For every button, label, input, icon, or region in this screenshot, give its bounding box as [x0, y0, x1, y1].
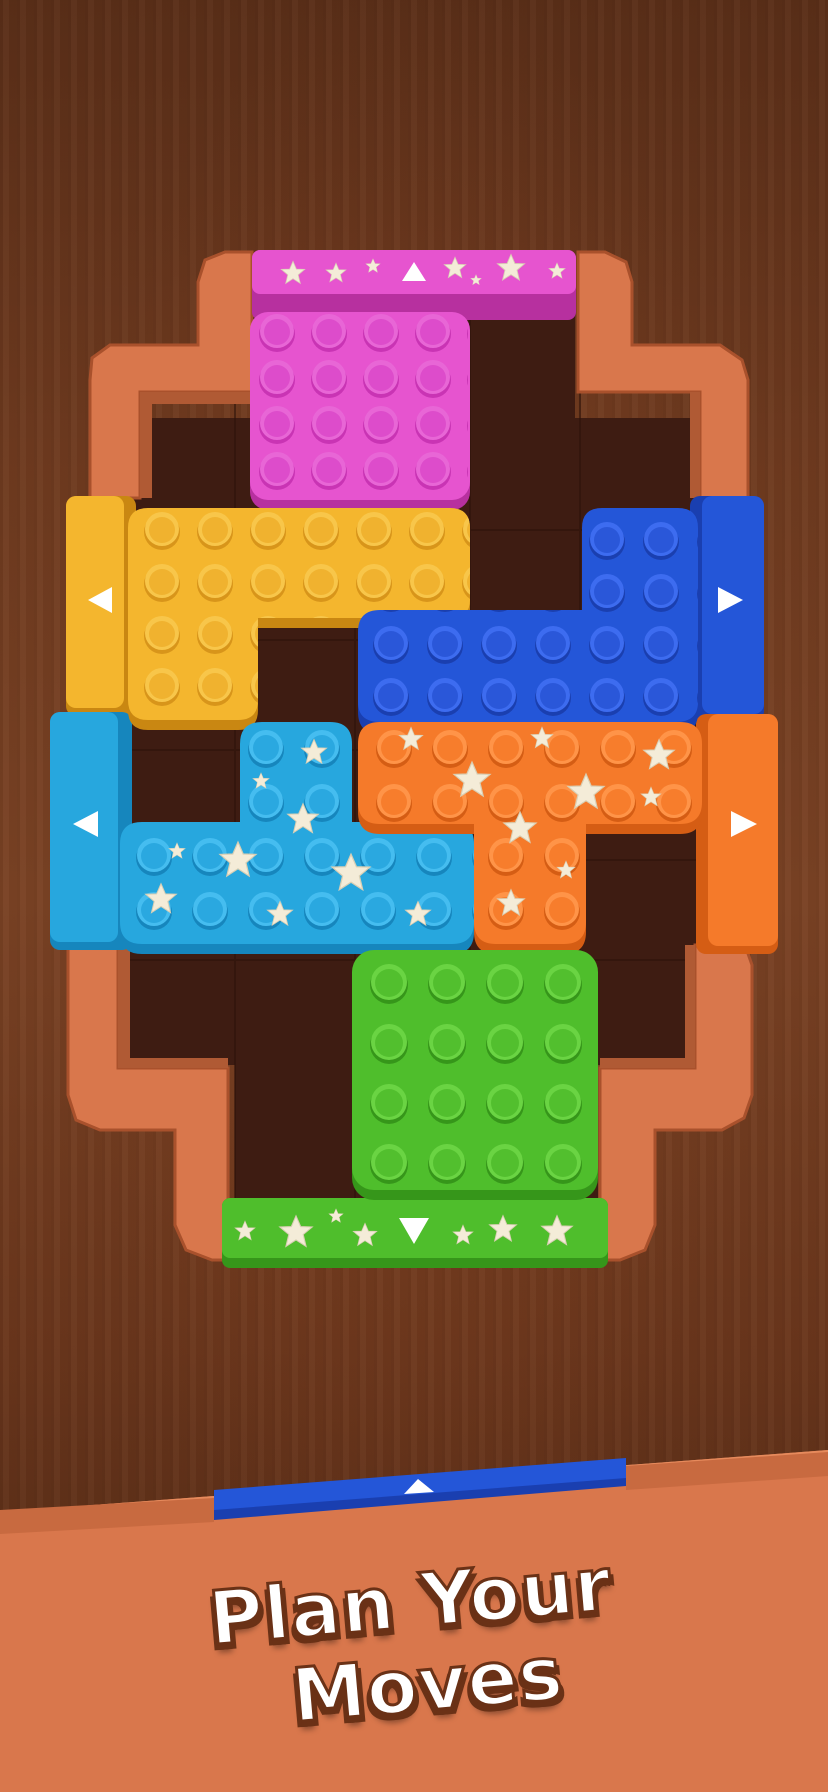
pink-block[interactable]: [250, 312, 470, 510]
green-exit-gate[interactable]: [222, 1198, 608, 1268]
green-block[interactable]: [352, 950, 598, 1200]
cyan-exit-gate[interactable]: [50, 712, 132, 950]
blue-exit-gate[interactable]: [690, 496, 764, 721]
orange-exit-gate[interactable]: [696, 714, 778, 954]
pink-exit-gate[interactable]: [252, 250, 576, 320]
yellow-exit-gate[interactable]: [66, 496, 136, 716]
